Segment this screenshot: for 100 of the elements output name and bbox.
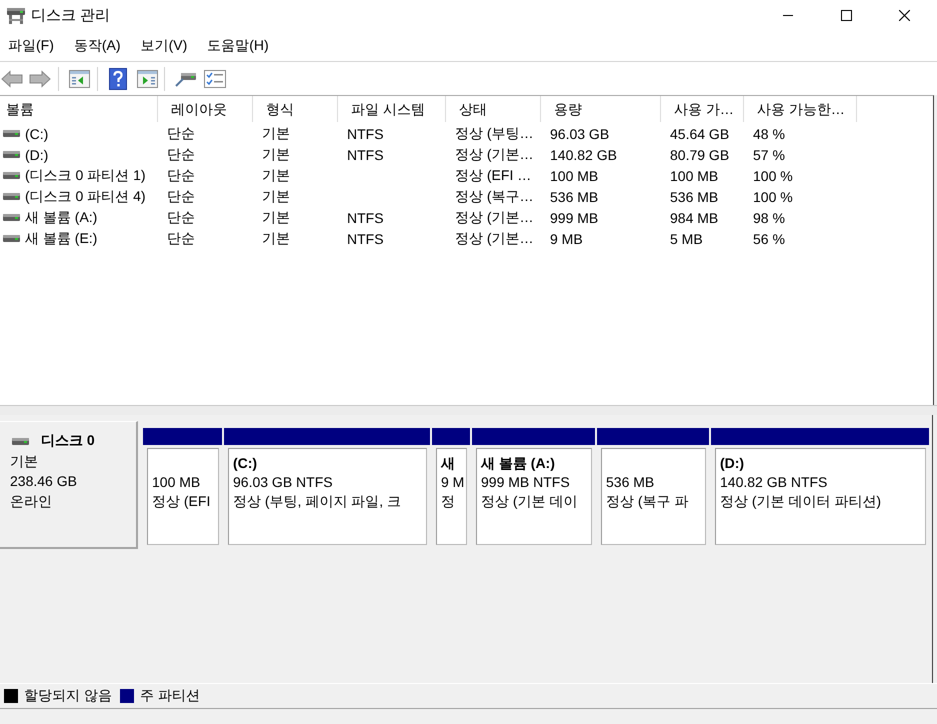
table-cell-text: 기본 — [261, 188, 291, 206]
drive-icon — [3, 193, 20, 200]
table-cell-text: 단순 — [166, 188, 196, 206]
window-title: 디스크 관리 — [31, 6, 110, 24]
partition-size: 9 M — [441, 473, 466, 492]
disk-name: 디스크 0 — [41, 432, 95, 450]
partition-size: 100 MB — [152, 473, 202, 492]
table-cell: (C:) — [25, 126, 48, 142]
partition-status: 정상 (기본 데이 — [481, 492, 578, 511]
disk-size: 238.46 GB — [10, 472, 78, 491]
table-cell-text: 45.64 GB — [669, 126, 730, 142]
table-cell-text: 기본 — [261, 208, 291, 226]
table-cell-text: NTFS — [346, 126, 385, 142]
table-cell-text: NTFS — [346, 210, 385, 226]
drive-icon — [3, 151, 20, 158]
partition-label: 새 볼륨 (A:) — [481, 454, 556, 473]
table-cell-text: 단순 — [166, 146, 196, 164]
column-header[interactable]: 레이아웃 — [158, 96, 253, 122]
menu-item[interactable]: 동작(A) — [74, 36, 121, 54]
table-row[interactable]: (D:) 단순 기본 NTFS 정상 (기본… 140.82 GB 80.79 GB 57 % — [0, 144, 933, 165]
minimize-icon[interactable] — [783, 14, 793, 16]
column-header[interactable]: 용량 — [541, 96, 661, 122]
table-cell-text: 536 MB — [549, 188, 600, 204]
table-cell-text: 57 % — [752, 146, 786, 162]
disk-type: 기본 — [10, 452, 39, 471]
table-cell-text: 96.03 GB — [549, 126, 610, 142]
table-cell-text: 정상 (기본… — [454, 146, 535, 164]
maximize-icon[interactable] — [840, 10, 852, 20]
partition-status: 정상 (기본 데이터 파티션) — [720, 492, 882, 511]
table-cell-text: 기본 — [261, 146, 291, 164]
partition-panel[interactable]: (D:) 140.82 GB NTFS 정상 (기본 데이터 파티션) — [715, 448, 926, 545]
table-cell-text: 정상 (기본… — [454, 230, 535, 248]
partition-status: 정상 (복구 파 — [606, 492, 690, 511]
partition-panel[interactable]: 536 MB 정상 (복구 파 — [601, 448, 706, 545]
table-cell-text: 100 % — [752, 188, 794, 204]
table-cell-text: 999 MB — [549, 210, 600, 226]
table-cell: (D:) — [25, 146, 48, 162]
table-cell-text: 48 % — [752, 126, 786, 142]
partition-status: 정상 (EFI — [152, 492, 212, 511]
table-row[interactable]: (디스크 0 파티션 1) 단순 기본 정상 (EFI … 100 MB 100 MB 100 % — [0, 165, 933, 186]
table-cell-text: 단순 — [166, 208, 196, 226]
table-cell-text: NTFS — [346, 146, 385, 162]
table-cell-text: 80.79 GB — [669, 146, 730, 162]
partition-panel[interactable]: 새 볼륨 (A:) 999 MB NTFS 정상 (기본 데이 — [476, 448, 592, 545]
partition-panel[interactable]: (C:) 96.03 GB NTFS 정상 (부팅, 페이지 파일, 크 — [228, 448, 427, 545]
table-cell-text: 정상 (복구… — [454, 188, 535, 206]
help-icon[interactable] — [109, 68, 127, 90]
table-row[interactable]: 새 볼륨 (A:) 단순 기본 NTFS 정상 (기본… 999 MB 984 MB 98 % — [0, 207, 933, 228]
table-cell-text: 정상 (기본… — [454, 208, 535, 226]
drive-icon — [6, 6, 26, 24]
menu-item[interactable]: 보기(V) — [140, 36, 188, 54]
disk-status: 온라인 — [10, 492, 53, 511]
partition-label: (C:) — [233, 454, 258, 473]
table-cell-text: 100 MB — [669, 168, 720, 184]
menu-item[interactable]: 도움말(H) — [207, 36, 269, 54]
table-cell-text: 9 MB — [549, 230, 584, 246]
partition-size: 999 MB NTFS — [481, 473, 571, 492]
partition-label: (D:) — [720, 454, 746, 473]
checklist-icon[interactable] — [204, 70, 226, 88]
partition-size: 140.82 GB NTFS — [720, 473, 828, 492]
table-cell-text: 100 MB — [549, 168, 600, 184]
table-cell-text: 단순 — [166, 166, 196, 184]
drive-icon — [12, 438, 29, 444]
table-cell: 새 볼륨 (A:) — [25, 208, 98, 226]
legend-label: 주 파티션 — [140, 687, 200, 705]
table-cell-text: 기본 — [261, 166, 291, 184]
column-header[interactable]: 사용 가능한… — [744, 96, 857, 122]
table-cell-text: 기본 — [261, 230, 291, 248]
column-header[interactable]: 형식 — [253, 96, 338, 122]
column-header[interactable]: 볼륨 — [0, 96, 158, 122]
table-cell: (디스크 0 파티션 1) — [25, 166, 146, 184]
column-header[interactable]: 사용 가… — [661, 96, 744, 122]
partition-status: 정상 (부팅, 페이지 파일, 크 — [233, 492, 402, 511]
table-row[interactable]: 새 볼륨 (E:) 단순 기본 NTFS 정상 (기본… 9 MB 5 MB 56 % — [0, 228, 933, 249]
table-cell-text: 140.82 GB — [549, 146, 618, 162]
column-header[interactable]: 파일 시스템 — [338, 96, 446, 122]
partition-size: 96.03 GB NTFS — [233, 473, 334, 492]
menu-item[interactable]: 파일(F) — [8, 36, 54, 54]
table-cell-text: 984 MB — [669, 210, 720, 226]
table-cell-text: 56 % — [752, 230, 786, 246]
table-row[interactable]: (디스크 0 파티션 4) 단순 기본 정상 (복구… 536 MB 536 MB 100 % — [0, 186, 933, 207]
right-arrow-icon[interactable] — [29, 70, 51, 88]
drive-icon — [3, 235, 20, 242]
table-cell-text: 단순 — [166, 230, 196, 248]
legend-label: 할당되지 않음 — [24, 687, 112, 705]
partition-status: 정 — [441, 492, 456, 511]
close-icon[interactable] — [898, 10, 910, 20]
partition-label: 새 — [441, 454, 456, 473]
table-row[interactable]: (C:) 단순 기본 NTFS 정상 (부팅… 96.03 GB 45.64 GB 48 % — [0, 123, 933, 144]
table-cell: 새 볼륨 (E:) — [25, 230, 98, 248]
table-cell-text: NTFS — [346, 230, 385, 246]
partition-panel[interactable]: 100 MB 정상 (EFI — [147, 448, 219, 545]
column-header[interactable]: 상태 — [446, 96, 541, 122]
left-arrow-icon[interactable] — [1, 70, 23, 88]
table-cell-text: 단순 — [166, 124, 196, 142]
table-cell-text: 기본 — [261, 124, 291, 142]
partition-panel[interactable]: 새 9 M 정 — [436, 448, 467, 545]
table-cell-text: 100 % — [752, 168, 794, 184]
drive-icon — [3, 130, 20, 137]
table-cell-text: 정상 (EFI … — [454, 166, 532, 184]
